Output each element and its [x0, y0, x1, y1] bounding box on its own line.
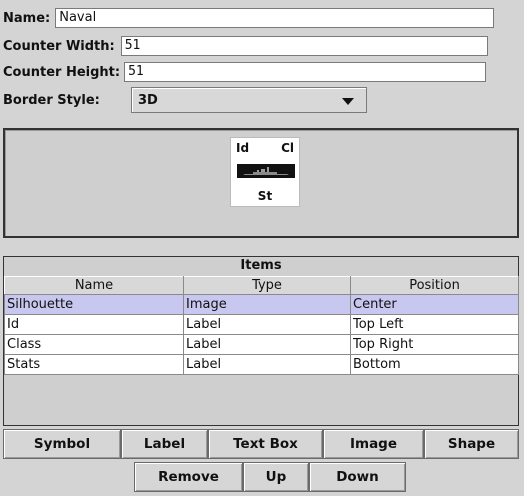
- counter-width-label: Counter Width:: [3, 38, 115, 54]
- table-row[interactable]: Silhouette Image Center: [4, 294, 519, 315]
- item-name-cell[interactable]: Silhouette: [4, 294, 184, 315]
- column-header-name[interactable]: Name: [4, 276, 184, 295]
- item-name-cell[interactable]: Id: [4, 314, 184, 335]
- counter-preview: Id Cl St: [230, 137, 300, 207]
- items-table: Name Type Position Silhouette Image Cent…: [4, 276, 519, 375]
- image-button[interactable]: Image: [323, 429, 424, 459]
- item-type-cell[interactable]: Label: [183, 354, 351, 375]
- item-name-cell[interactable]: Stats: [4, 354, 184, 375]
- counter-height-row: Counter Height: 51: [0, 61, 487, 83]
- counter-top-left-label: Id: [236, 141, 250, 155]
- ship-silhouette-icon: [243, 167, 289, 175]
- counter-height-field[interactable]: 51: [124, 62, 487, 82]
- table-row[interactable]: Id Label Top Left: [4, 314, 519, 335]
- label-button[interactable]: Label: [121, 429, 208, 459]
- item-type-cell[interactable]: Image: [183, 294, 351, 315]
- items-title: Items: [240, 258, 282, 273]
- table-row[interactable]: Class Label Top Right: [4, 334, 519, 355]
- name-row: Name: Naval: [0, 7, 495, 29]
- item-position-cell[interactable]: Top Right: [350, 334, 519, 355]
- column-header-type[interactable]: Type: [183, 276, 351, 295]
- item-type-cell[interactable]: Label: [183, 314, 351, 335]
- counter-bottom-label: St: [257, 189, 273, 203]
- text-box-button[interactable]: Text Box: [208, 429, 323, 459]
- items-header-row: Name Type Position: [4, 276, 519, 295]
- item-position-cell[interactable]: Top Left: [350, 314, 519, 335]
- up-button[interactable]: Up: [243, 462, 309, 492]
- border-style-label: Border Style:: [3, 92, 100, 108]
- shape-button[interactable]: Shape: [424, 429, 519, 459]
- dropdown-arrow-icon: [342, 98, 354, 105]
- symbol-button[interactable]: Symbol: [3, 429, 121, 459]
- border-style-select[interactable]: 3D: [131, 87, 367, 113]
- border-style-row: Border Style:: [0, 89, 100, 111]
- item-position-cell[interactable]: Bottom: [350, 354, 519, 375]
- border-style-value: 3D: [138, 92, 158, 108]
- item-position-cell[interactable]: Center: [350, 294, 519, 315]
- name-field[interactable]: Naval: [55, 8, 495, 28]
- counter-width-field[interactable]: 51: [120, 36, 488, 56]
- down-button[interactable]: Down: [309, 462, 406, 492]
- table-row[interactable]: Stats Label Bottom: [4, 354, 519, 375]
- counter-top-right-label: Cl: [281, 141, 294, 155]
- remove-button[interactable]: Remove: [134, 462, 243, 492]
- ship-silhouette-image: [237, 164, 295, 178]
- item-name-cell[interactable]: Class: [4, 334, 184, 355]
- column-header-position[interactable]: Position: [350, 276, 519, 295]
- items-panel: Items Name Type Position Silhouette Imag…: [3, 256, 519, 426]
- name-label: Name:: [3, 10, 51, 26]
- counter-height-label: Counter Height:: [3, 64, 121, 80]
- item-type-cell[interactable]: Label: [183, 334, 351, 355]
- counter-width-row: Counter Width: 51: [0, 35, 488, 57]
